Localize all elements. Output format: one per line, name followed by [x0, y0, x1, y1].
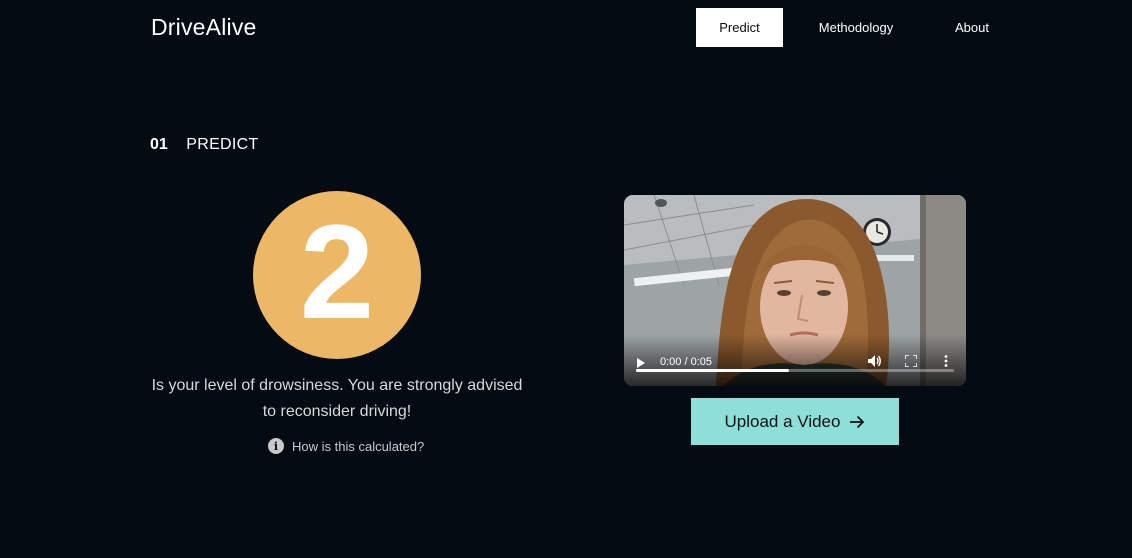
- score-message: Is your level of drowsiness. You are str…: [151, 377, 523, 420]
- video-player[interactable]: 0:00 / 0:05: [624, 195, 966, 386]
- video-controls: 0:00 / 0:05: [624, 334, 966, 386]
- play-icon[interactable]: [637, 358, 645, 368]
- section-number: 01: [150, 136, 168, 153]
- drowsiness-score: 2: [299, 198, 375, 347]
- nav-item-predict[interactable]: Predict: [696, 8, 783, 47]
- section-title: PREDICT: [186, 136, 259, 153]
- section-heading: 01 PREDICT: [150, 136, 259, 154]
- upload-video-button[interactable]: Upload a Video: [691, 398, 899, 445]
- nav-item-about[interactable]: About: [936, 8, 1008, 47]
- info-icon: i: [268, 438, 284, 454]
- video-progress-bar[interactable]: [636, 369, 954, 372]
- nav-item-methodology[interactable]: Methodology: [800, 8, 912, 47]
- more-vert-icon[interactable]: [944, 355, 948, 367]
- how-calculated-label: How is this calculated?: [292, 438, 425, 454]
- page: DriveAlive Predict Methodology About 01 …: [0, 0, 1132, 558]
- upload-video-label: Upload a Video: [724, 411, 841, 431]
- main-nav: Predict Methodology About: [0, 8, 1132, 47]
- how-calculated-link[interactable]: i How is this calculated?: [268, 437, 424, 455]
- arrow-right-icon: [850, 415, 865, 428]
- drowsiness-score-badge: 2: [253, 191, 421, 359]
- time-readout: 0:00 / 0:05: [660, 356, 712, 368]
- fullscreen-icon[interactable]: [905, 355, 917, 367]
- video-progress-fill: [636, 369, 789, 372]
- volume-icon[interactable]: [868, 355, 882, 367]
